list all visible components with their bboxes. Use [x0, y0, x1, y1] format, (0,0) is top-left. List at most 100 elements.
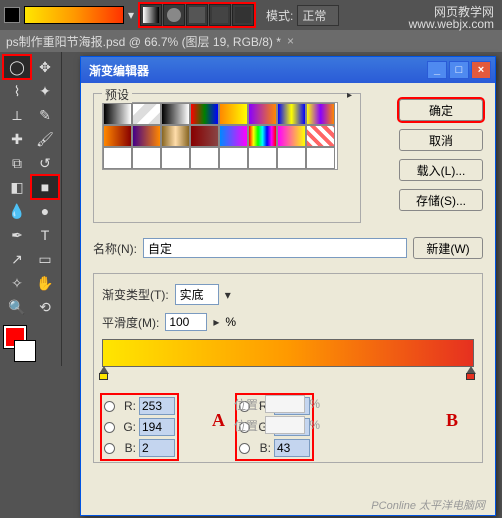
preset-swatch-12[interactable] — [219, 125, 248, 147]
ok-button[interactable]: 确定 — [399, 99, 483, 121]
preset-swatch-0[interactable] — [103, 103, 132, 125]
b-input-b[interactable] — [274, 439, 310, 457]
radial-gradient-icon[interactable] — [163, 4, 185, 26]
smooth-label: 平滑度(M): — [102, 314, 159, 331]
gradient-bar[interactable] — [102, 339, 474, 367]
watermark: 网页教学网 www.webjx.com — [409, 6, 494, 30]
preset-swatches — [102, 102, 338, 170]
color-stop-a[interactable] — [99, 366, 110, 377]
minimize-button[interactable]: _ — [427, 61, 447, 79]
marquee-tool[interactable]: ◯ — [4, 56, 30, 78]
r-input-a[interactable] — [139, 397, 175, 415]
hand-tool[interactable]: ✋ — [32, 272, 58, 294]
preset-swatch-10[interactable] — [161, 125, 190, 147]
tools-panel: ◯ ✥ ⌇ ✦ ⟂ ✎ ✚ 🖌 ⧉ ↺ ◧ ■ 💧 ● ✒ T ↗ ▭ ✧ ✋ … — [0, 52, 62, 366]
crop-tool[interactable]: ⟂ — [4, 104, 30, 126]
shape-tool[interactable]: ▭ — [32, 248, 58, 270]
preset-swatch-16[interactable] — [103, 147, 132, 169]
pos-input-1 — [265, 395, 305, 413]
gradient-settings-group: 渐变类型(T): 实底 ▾ 平滑度(M): ▸ % A B R: G: B: — [93, 273, 483, 463]
save-button[interactable]: 存储(S)... — [399, 189, 483, 211]
new-button[interactable]: 新建(W) — [413, 237, 483, 259]
rotate-tool[interactable]: ⟲ — [32, 296, 58, 318]
gradient-tool[interactable]: ■ — [32, 176, 58, 198]
wand-tool[interactable]: ✦ — [32, 80, 58, 102]
brush-tool[interactable]: 🖌 — [32, 128, 58, 150]
heal-tool[interactable]: ✚ — [4, 128, 30, 150]
maximize-button[interactable]: □ — [449, 61, 469, 79]
preset-swatch-20[interactable] — [219, 147, 248, 169]
radio-g-a[interactable] — [104, 422, 115, 433]
foreground-mini-swatch[interactable] — [4, 7, 20, 23]
type-tool[interactable]: T — [32, 224, 58, 246]
preset-swatch-15[interactable] — [306, 125, 335, 147]
presets-group: 预设 ▸ — [93, 93, 361, 223]
blur-tool[interactable]: 💧 — [4, 200, 30, 222]
name-label: 名称(N): — [93, 240, 137, 257]
gradient-preview[interactable] — [24, 6, 124, 24]
preset-swatch-22[interactable] — [277, 147, 306, 169]
type-select[interactable]: 实底 — [175, 284, 219, 305]
preset-swatch-9[interactable] — [132, 125, 161, 147]
pen-tool[interactable]: ✒ — [4, 224, 30, 246]
rgb-group-a: R: G: B: — [102, 395, 177, 459]
presets-label: 预设 — [102, 86, 132, 103]
smooth-unit: % — [225, 315, 236, 329]
blend-mode-select[interactable]: 正常 — [297, 5, 339, 26]
gradient-editor-dialog: 渐变编辑器 _ □ × 预设 ▸ 确定 取消 载入(L)... 存储(S)...… — [80, 56, 496, 516]
preset-swatch-4[interactable] — [219, 103, 248, 125]
preset-swatch-1[interactable] — [132, 103, 161, 125]
type-label: 渐变类型(T): — [102, 286, 169, 303]
notes-tool[interactable]: ✧ — [4, 272, 30, 294]
smooth-input[interactable] — [165, 313, 207, 331]
gradient-type-group — [138, 2, 256, 28]
eraser-tool[interactable]: ◧ — [4, 176, 30, 198]
preset-swatch-7[interactable] — [306, 103, 335, 125]
b-input-a[interactable] — [139, 439, 175, 457]
color-stop-b[interactable] — [466, 366, 477, 377]
dialog-title: 渐变编辑器 — [85, 62, 427, 79]
reflected-gradient-icon[interactable] — [209, 4, 231, 26]
lasso-tool[interactable]: ⌇ — [4, 80, 30, 102]
preset-swatch-5[interactable] — [248, 103, 277, 125]
cancel-button[interactable]: 取消 — [399, 129, 483, 151]
close-button[interactable]: × — [471, 61, 491, 79]
dodge-tool[interactable]: ● — [32, 200, 58, 222]
radio-b-b[interactable] — [239, 443, 250, 454]
preset-swatch-6[interactable] — [277, 103, 306, 125]
name-input[interactable] — [143, 238, 407, 258]
pos-input-2 — [265, 416, 305, 434]
preset-swatch-17[interactable] — [132, 147, 161, 169]
presets-menu-icon[interactable]: ▸ — [347, 90, 352, 101]
load-button[interactable]: 载入(L)... — [399, 159, 483, 181]
pconline-watermark: PConline 太平洋电脑网 — [371, 497, 485, 513]
mode-label: 模式: — [266, 7, 293, 24]
stamp-tool[interactable]: ⧉ — [4, 152, 30, 174]
tab-title: ps制作重阳节海报.psd @ 66.7% (图层 19, RGB/8) * — [6, 33, 281, 50]
g-input-a[interactable] — [139, 418, 175, 436]
preset-swatch-2[interactable] — [161, 103, 190, 125]
document-tab[interactable]: ps制作重阳节海报.psd @ 66.7% (图层 19, RGB/8) * × — [0, 30, 502, 52]
preset-swatch-3[interactable] — [190, 103, 219, 125]
background-swatch[interactable] — [14, 340, 36, 362]
radio-r-a[interactable] — [104, 401, 115, 412]
diamond-gradient-icon[interactable] — [232, 4, 254, 26]
preset-swatch-11[interactable] — [190, 125, 219, 147]
zoom-tool[interactable]: 🔍 — [4, 296, 30, 318]
preset-swatch-8[interactable] — [103, 125, 132, 147]
path-tool[interactable]: ↗ — [4, 248, 30, 270]
preset-swatch-18[interactable] — [161, 147, 190, 169]
preset-swatch-14[interactable] — [277, 125, 306, 147]
preset-swatch-23[interactable] — [306, 147, 335, 169]
preset-swatch-19[interactable] — [190, 147, 219, 169]
tab-close-icon[interactable]: × — [287, 34, 294, 48]
eyedropper-tool[interactable]: ✎ — [32, 104, 58, 126]
move-tool[interactable]: ✥ — [32, 56, 58, 78]
dialog-titlebar[interactable]: 渐变编辑器 _ □ × — [81, 57, 495, 83]
linear-gradient-icon[interactable] — [140, 4, 162, 26]
radio-b-a[interactable] — [104, 443, 115, 454]
preset-swatch-21[interactable] — [248, 147, 277, 169]
angle-gradient-icon[interactable] — [186, 4, 208, 26]
history-brush-tool[interactable]: ↺ — [32, 152, 58, 174]
preset-swatch-13[interactable] — [248, 125, 277, 147]
